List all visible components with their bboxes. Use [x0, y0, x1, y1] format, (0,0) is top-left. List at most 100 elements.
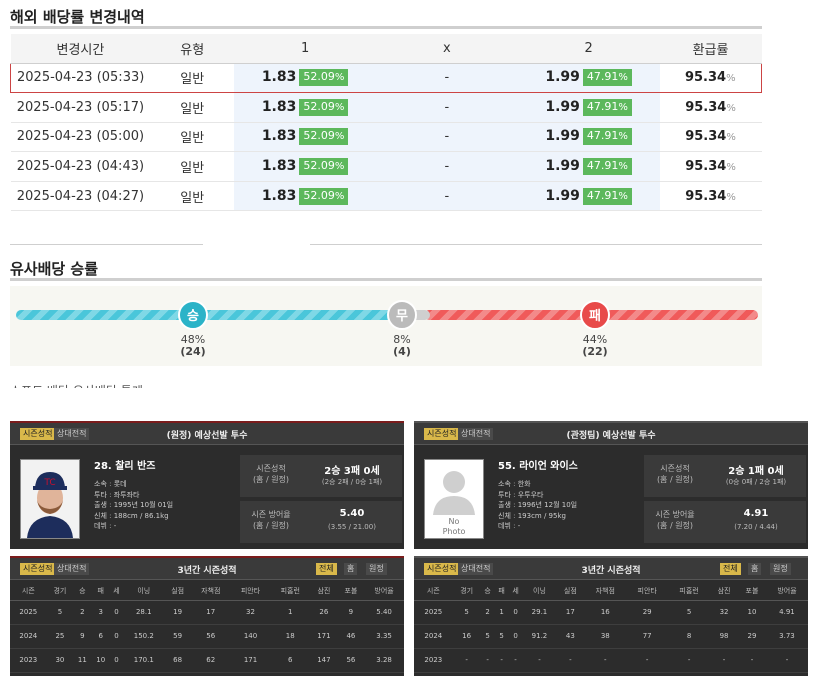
stats-cell: 43 — [556, 624, 585, 649]
odds-row[interactable]: 2025-04-23 (05:00) 일반 1.83 52.09% -1.99 47.91… — [10, 122, 762, 153]
stats-cell: 30 — [46, 648, 74, 673]
filter-away[interactable]: 원정 — [770, 563, 791, 575]
filter-home[interactable]: 홈 — [344, 563, 358, 575]
tab-season-record[interactable]: 시즌성적 — [20, 428, 56, 440]
stats-cell: - — [452, 648, 481, 673]
season-era-box: 시즌 방어율 (홈 / 원정) 4.91 (7.20 / 4.44) — [644, 501, 806, 543]
stats-cell: 56 — [190, 624, 231, 649]
stats-cell: 2 — [73, 600, 92, 625]
odds-history-table: 변경시간 유형 1 x 2 환급률 2025-04-23 (05:33) 일반 1.… — [10, 34, 762, 212]
tab-head-to-head[interactable]: 상대전적 — [54, 563, 90, 575]
return-value: 95.34 — [685, 99, 727, 115]
filter-home[interactable]: 홈 — [748, 563, 762, 575]
stats-cell: 29.1 — [522, 600, 557, 625]
stats-cell: 38 — [584, 624, 627, 649]
tab-season-record[interactable]: 시즌성적 — [424, 563, 460, 575]
odds-row[interactable]: 2025-04-23 (04:27) 일반 1.83 52.09% -1.99 47.91… — [10, 181, 762, 212]
row-home-odds: 1.83 52.09% — [234, 122, 376, 153]
odds-row[interactable]: 2025-04-23 (05:33) 일반 1.83 52.09% -1.99 47.91… — [10, 62, 762, 94]
stats-col: 이닝 — [123, 582, 165, 601]
row-type: 일반 — [150, 122, 235, 153]
odds-row[interactable]: 2025-04-23 (04:43) 일반 1.83 52.09% -1.99 47.91… — [10, 151, 762, 182]
return-rate: 95.34% — [685, 159, 736, 174]
info-row: 소속 : 롯데 — [94, 480, 127, 488]
section-divider — [310, 244, 762, 245]
stats-cell: 4.91 — [765, 600, 808, 625]
tab-head-to-head[interactable]: 상대전적 — [54, 428, 90, 440]
home-pct-badge: 52.09% — [299, 128, 349, 146]
stats-cell: 25 — [46, 624, 74, 649]
info-value: 1995년 10월 01일 — [113, 501, 174, 509]
odds-row[interactable]: 2025-04-23 (05:17) 일반 1.83 52.09% -1.99 47.91… — [10, 92, 762, 123]
info-row: 투타 : 좌투좌타 — [94, 490, 140, 499]
tab-head-to-head[interactable]: 상대전적 — [458, 428, 494, 440]
info-key: 투타 — [498, 490, 511, 499]
row-return: 95.34% — [659, 151, 762, 182]
info-value: - — [517, 522, 521, 530]
stats-cell: 5 — [494, 624, 509, 649]
info-key: 데뷔 — [498, 522, 511, 530]
row-away-odds: 1.99 47.91% — [517, 122, 660, 153]
percent-sign: % — [726, 73, 736, 85]
away-pct-badge: 47.91% — [582, 187, 632, 205]
home-pct-badge: 52.09% — [299, 158, 349, 176]
stats-cell: - — [522, 648, 557, 673]
tab-season-record[interactable]: 시즌성적 — [20, 563, 56, 575]
stats-cell: 5 — [46, 600, 74, 625]
home-pitcher-panel: (관정팀) 예상선발 투수 시즌성적 상대전적 No Photo 55. 라이언 와이스… — [414, 421, 808, 549]
stats-cell: 10 — [738, 600, 766, 625]
away-pct: 47.91 — [586, 129, 619, 143]
home-pct-badge: 52.09% — [299, 187, 349, 205]
stats-cell: 56 — [337, 648, 365, 673]
filter-all[interactable]: 전체 — [720, 563, 741, 575]
row-draw-odds: - — [376, 92, 518, 123]
stats-cell: 19 — [164, 600, 191, 625]
away-pct: 47.91 — [586, 99, 619, 113]
info-value: 1996년 12월 10일 — [517, 501, 578, 509]
filter-away[interactable]: 원정 — [366, 563, 387, 575]
away-pct: 47.91 — [586, 159, 619, 173]
away-pct-badge: 47.91% — [582, 98, 632, 116]
return-value: 95.34 — [684, 70, 727, 86]
tab-head-to-head[interactable]: 상대전적 — [458, 563, 494, 575]
stats-cell: 91.2 — [522, 624, 557, 649]
stats-cell: 10 — [91, 648, 110, 673]
row-home-odds: 1.83 52.09% — [234, 62, 376, 94]
stats-col: 실점 — [164, 582, 191, 601]
tab-season-record[interactable]: 시즌성적 — [424, 428, 460, 440]
era-label-main: 시즌 방어율 — [251, 510, 291, 519]
info-value: - — [113, 522, 117, 530]
era-label: 시즌 방어율 (홈 / 원정) — [240, 509, 302, 531]
stats-cell: 32 — [230, 600, 271, 625]
return-rate: 95.34% — [685, 189, 736, 204]
away-pct-badge: 47.91% — [582, 128, 632, 146]
win-count: (24) — [180, 345, 206, 358]
stats-cell: 2024 — [414, 624, 453, 649]
record-split: (0승 0패 / 2승 1패) — [725, 478, 787, 486]
filter-all[interactable]: 전체 — [316, 563, 337, 575]
stats-cell: - — [480, 648, 495, 673]
pitcher-photo: TC — [20, 459, 80, 539]
row-away-odds: 1.99 47.91% — [517, 92, 660, 123]
odds-section-title: 해외 배당률 변경내역 — [10, 8, 145, 26]
stats-col: 자책점 — [584, 582, 627, 601]
stats-cell: 2024 — [10, 624, 47, 649]
stats-header: 3년간 시즌성적 시즌성적 상대전적 전체 홈 원정 — [10, 558, 404, 580]
stats-col: 승 — [73, 582, 92, 601]
info-value: 우투우타 — [517, 490, 544, 499]
hidden-heading-text: 소프트 배당 유사배당 통계 — [10, 382, 143, 388]
info-value: 좌투좌타 — [113, 490, 140, 499]
info-row: 소속 : 한화 — [498, 480, 531, 488]
col-away: 2 — [517, 34, 660, 64]
stats-col: 포볼 — [738, 582, 766, 601]
home-pct-badge: 52.09% — [299, 69, 349, 87]
away-pct-badge: 47.91% — [582, 158, 632, 176]
stats-cell: - — [626, 648, 669, 673]
stats-cell: 2 — [480, 600, 495, 625]
season-stats-table: 시즌 경기 승 패 세 이닝 실점 자책점 피안타 피홈런 삼진 포볼 방어율 2025 5 2 3 0 28.1 1… — [10, 582, 404, 673]
odds-table-header: 변경시간 유형 1 x 2 환급률 — [10, 34, 762, 64]
away-odd: 1.99 — [545, 69, 580, 86]
stats-row: 2025 5 2 3 0 28.1 19 17 32 1 26 9 5.40 — [10, 600, 404, 625]
percent-sign: % — [618, 72, 628, 84]
era-label-main: 시즌 방어율 — [655, 510, 695, 519]
